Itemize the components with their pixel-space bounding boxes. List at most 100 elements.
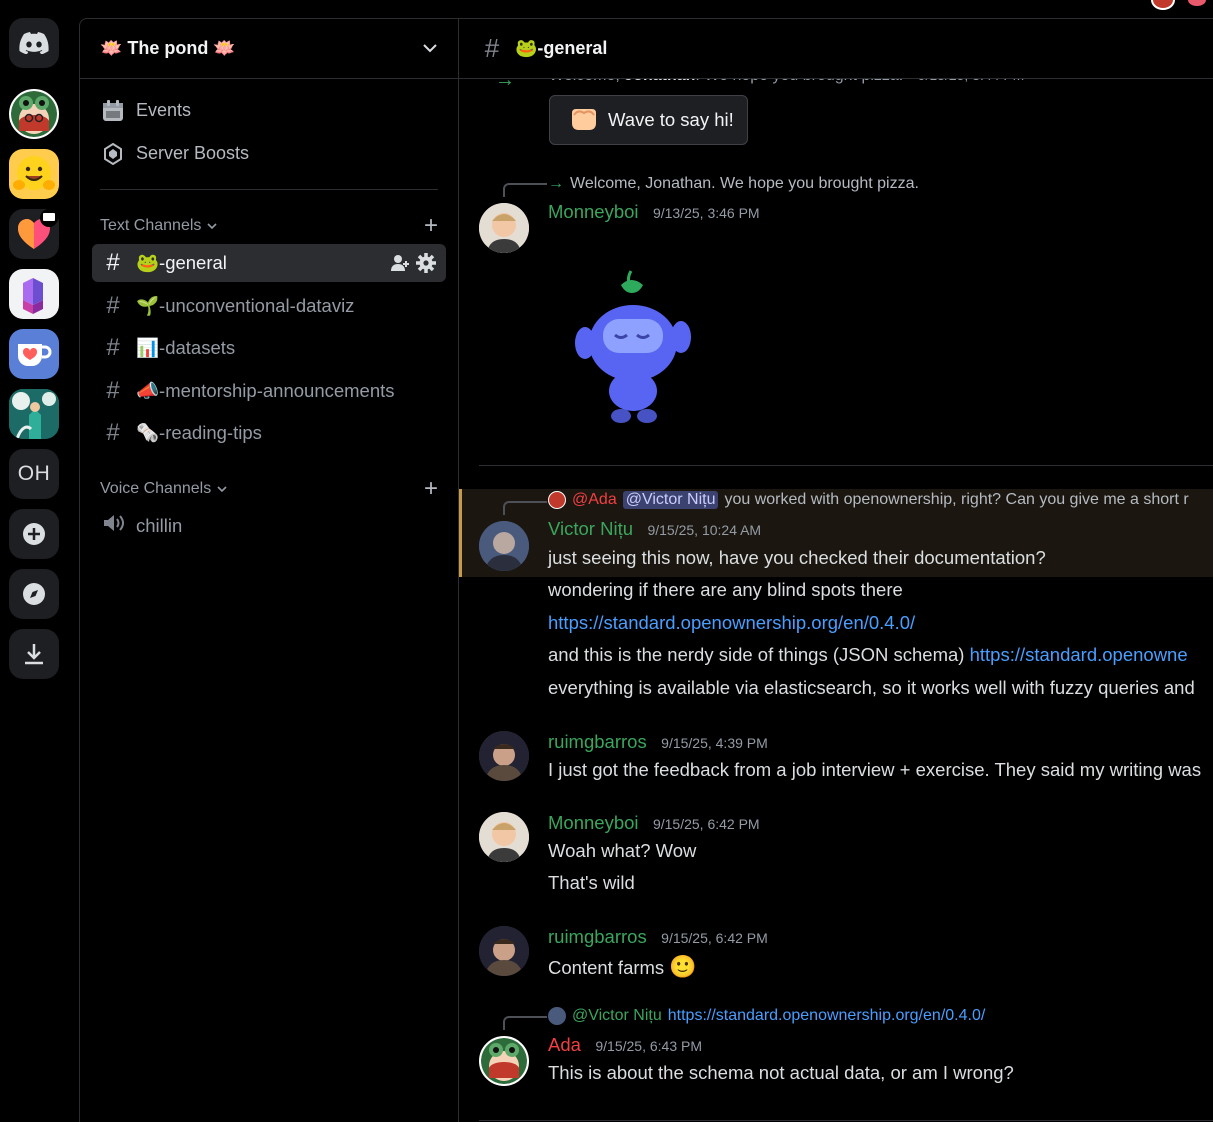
server-oh-icon[interactable]: OH: [9, 449, 59, 499]
reply-connector: [503, 1016, 547, 1030]
wumpus-sticker[interactable]: [563, 259, 713, 429]
server-rail: OH: [0, 0, 68, 1122]
hash-icon: #: [106, 291, 120, 319]
voice-channel-chillin[interactable]: chillin: [92, 507, 446, 545]
timestamp: 9/15/25, 6:42 PM: [652, 816, 760, 832]
wave-button-label: Wave to say hi!: [608, 109, 734, 130]
message-divider: [479, 1120, 1213, 1121]
hugging-face-icon[interactable]: [9, 149, 59, 199]
avatar[interactable]: [479, 521, 529, 571]
chevron-down-icon: [207, 217, 217, 235]
reply-text: you worked with openownership, right? Ca…: [724, 491, 1189, 508]
category-label: Voice Channels: [100, 479, 212, 497]
download-icon[interactable]: [9, 629, 59, 679]
message-text: everything is available via elasticsearc…: [548, 677, 1195, 698]
reply-connector: [503, 183, 547, 197]
message-header: Monneyboi 9/13/25, 3:46 PM: [548, 201, 1213, 223]
add-channel-icon[interactable]: +: [424, 214, 438, 238]
channel-header: # 🐸-general: [459, 19, 1213, 79]
sidebar-item-events[interactable]: Events: [92, 89, 446, 132]
timestamp: 9/15/25, 4:39 PM: [661, 735, 768, 751]
message-text: I just got the feedback from a job inter…: [548, 759, 1202, 780]
message-header: Victor Nițu 9/15/25, 10:24 AM: [548, 518, 1213, 540]
sidebar-item-label: Server Boosts: [136, 143, 250, 163]
discord-home-icon[interactable]: [9, 18, 59, 68]
username[interactable]: ruimgbarros: [548, 731, 647, 752]
timestamp: 9/15/25, 10:24 AM: [647, 522, 762, 538]
channel-label: 🗞️-reading-tips: [136, 422, 262, 443]
top-right-lotus-icon: [1188, 0, 1206, 6]
reply-username[interactable]: @Victor Nițu: [572, 1007, 662, 1025]
speaker-icon: [100, 512, 126, 540]
message-header: Monneyboi 9/15/25, 6:42 PM: [548, 812, 1213, 834]
channel-reading-tips[interactable]: # 🗞️-reading-tips: [92, 414, 446, 452]
username[interactable]: Victor Nițu: [548, 518, 633, 539]
locked-hash-icon: #: [106, 376, 120, 404]
username[interactable]: Ada: [548, 1034, 581, 1055]
calendar-icon: [100, 99, 126, 122]
channel-general[interactable]: # 🐸-general: [92, 244, 446, 282]
username[interactable]: Monneyboi: [548, 201, 639, 222]
message-header: ruimgbarros 9/15/25, 4:39 PM: [548, 731, 1213, 753]
sidebar-item-server-boosts[interactable]: Server Boosts: [92, 132, 446, 175]
kofi-icon[interactable]: [9, 329, 59, 379]
blocks-icon[interactable]: [9, 269, 59, 319]
chat-area: # 🐸-general → Welcome, Jonathan. We hope…: [459, 18, 1213, 1122]
heart-chat-icon[interactable]: [9, 209, 59, 259]
message-list: → Welcome, Jonathan. We hope you brought…: [459, 67, 1213, 1122]
chevron-down-icon: [217, 480, 227, 498]
add-server-icon[interactable]: [9, 509, 59, 559]
gear-icon[interactable]: [416, 253, 436, 278]
channel-label: 📣-mentorship-announcements: [136, 379, 395, 401]
sidebar-item-label: Events: [136, 100, 192, 120]
message-text-segment: Content farms: [548, 957, 665, 978]
username[interactable]: ruimgbarros: [548, 926, 647, 947]
invite-user-icon[interactable]: [390, 253, 410, 278]
message-text: Content farms 🙂: [548, 954, 1213, 980]
channel-datasets[interactable]: # 📊-datasets: [92, 329, 446, 367]
frog-avatar-icon[interactable]: [9, 89, 59, 139]
channel-label: chillin: [136, 514, 183, 536]
reply-preview[interactable]: → Welcome, Jonathan. We hope you brought…: [548, 175, 919, 193]
message-link[interactable]: https://standard.openownership.org/en/0.…: [548, 612, 1213, 634]
garden-art-icon[interactable]: [9, 389, 59, 439]
message-header: Ada 9/15/25, 6:43 PM: [548, 1034, 1213, 1056]
reply-link[interactable]: https://standard.openownership.org/en/0.…: [668, 1007, 986, 1025]
wave-button[interactable]: Wave to say hi!: [549, 95, 748, 145]
screen-share-badge-icon: [40, 209, 58, 227]
wave-hand-icon: [570, 105, 598, 136]
channel-unconventional-dataviz[interactable]: # 🌱-unconventional-dataviz: [92, 287, 446, 325]
channel-label: 📊-datasets: [136, 337, 236, 358]
category-text-channels[interactable]: Text Channels +: [92, 208, 446, 244]
message-text-segment: and this is the nerdy side of things (JS…: [548, 644, 970, 665]
avatar[interactable]: [479, 1036, 529, 1086]
reply-preview[interactable]: @Ada @Victor Nițu you worked with openow…: [548, 491, 1189, 509]
hash-icon: #: [484, 33, 500, 63]
username[interactable]: Monneyboi: [548, 812, 639, 833]
chevron-down-icon[interactable]: [422, 40, 438, 58]
server-header[interactable]: 🪷 The pond 🪷: [80, 19, 458, 79]
channel-label: 🐸-general: [136, 252, 227, 273]
mini-avatar-icon: [548, 1007, 566, 1025]
mention[interactable]: @Victor Nițu: [622, 491, 719, 509]
avatar[interactable]: [479, 926, 529, 976]
timestamp: 9/15/25, 6:42 PM: [661, 930, 768, 946]
discover-compass-icon[interactable]: [9, 569, 59, 619]
server-name: 🪷 The pond 🪷: [100, 38, 236, 58]
mini-avatar-icon: [548, 491, 566, 509]
reply-preview[interactable]: @Victor Nițu https://standard.openowners…: [548, 1007, 985, 1025]
message-text: That's wild: [548, 872, 635, 893]
message-divider: [479, 465, 1213, 466]
top-right-avatar-icon[interactable]: [1151, 0, 1175, 10]
category-voice-channels[interactable]: Voice Channels +: [92, 471, 446, 507]
avatar[interactable]: [479, 203, 529, 253]
category-label: Text Channels: [100, 217, 202, 234]
reply-username[interactable]: @Ada: [572, 491, 617, 509]
avatar[interactable]: [479, 812, 529, 862]
channel-mentorship-announcements[interactable]: # 📣-mentorship-announcements: [92, 372, 446, 410]
boost-icon: [100, 142, 126, 165]
hash-icon: #: [106, 419, 120, 446]
add-channel-icon[interactable]: +: [424, 476, 438, 501]
message-link[interactable]: https://standard.openowne: [970, 644, 1188, 665]
avatar[interactable]: [479, 731, 529, 781]
